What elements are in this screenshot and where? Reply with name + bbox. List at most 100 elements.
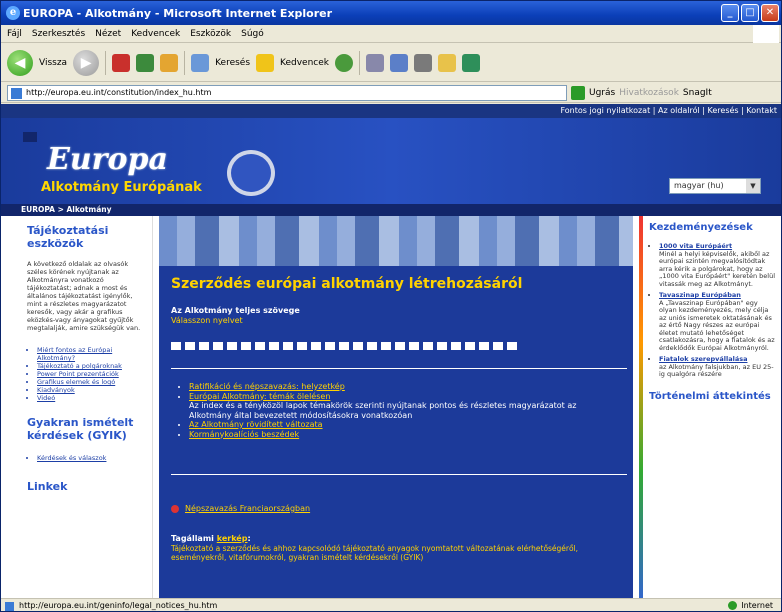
link-why-constitution[interactable]: Miért fontos az Európai Alkotmány? [37, 346, 146, 362]
link-citizens-info[interactable]: Tájékoztató a polgároknak [37, 362, 146, 370]
search-icon[interactable] [191, 53, 210, 72]
windows-logo-icon [753, 25, 779, 43]
language-flag-icon[interactable] [311, 342, 321, 350]
language-flag-icon[interactable] [409, 342, 419, 350]
menu-help[interactable]: Súgó [241, 29, 264, 39]
member-state-heading: Tagállami kerkép: [171, 534, 251, 543]
top-links[interactable]: Fontos jogi nyilatkozat | Az oldalról | … [1, 104, 781, 118]
language-flag-icon[interactable] [395, 342, 405, 350]
language-flag-icon[interactable] [367, 342, 377, 350]
main-content: Szerződés európai alkotmány létrehozásár… [159, 216, 633, 598]
language-flag-icon[interactable] [325, 342, 335, 350]
language-flag-icon[interactable] [479, 342, 489, 350]
faq-heading: Gyakran ismételt kérdések (GYIK) [27, 416, 134, 442]
info-tools-links: Miért fontos az Európai Alkotmány? Tájék… [37, 346, 146, 402]
info-tools-text: A következő oldalak az olvasók széles kö… [27, 260, 141, 332]
address-input[interactable]: http://europa.eu.int/constitution/index_… [7, 84, 567, 101]
menu-edit[interactable]: Szerkesztés [32, 29, 85, 39]
folder-icon[interactable] [438, 53, 456, 72]
language-flag-icon[interactable] [227, 342, 237, 350]
menu-tools[interactable]: Eszközök [190, 29, 231, 39]
browser-window: e EUROPA - Alkotmány - Microsoft Interne… [0, 0, 782, 612]
menu-view[interactable]: Nézet [95, 29, 121, 39]
minimize-button[interactable]: _ [721, 4, 739, 22]
member-state-text: Tájékoztató a szerződés és ahhoz kapcsol… [171, 544, 579, 562]
language-flag-icon[interactable] [269, 342, 279, 350]
print-icon[interactable] [414, 53, 432, 72]
favorites-star-icon[interactable] [256, 53, 275, 72]
page-title: Szerződés európai alkotmány létrehozásár… [171, 276, 523, 292]
language-flag-icon[interactable] [255, 342, 265, 350]
language-flag-icon[interactable] [283, 342, 293, 350]
close-button[interactable]: ✕ [761, 4, 779, 22]
link-themes[interactable]: Európai Alkotmány: témák ölelésen [189, 392, 619, 402]
search-label[interactable]: Keresés [215, 58, 250, 68]
back-label[interactable]: Vissza [39, 58, 67, 68]
history-icon[interactable] [366, 53, 384, 72]
snagit-button[interactable]: SnagIt [683, 88, 712, 98]
maximize-button[interactable]: □ [741, 4, 759, 22]
favorites-label[interactable]: Kedvencek [280, 58, 329, 68]
full-text-heading: Az Alkotmány teljes szövege [171, 306, 300, 315]
title-bar: e EUROPA - Alkotmány - Microsoft Interne… [1, 1, 781, 25]
language-flag-icon[interactable] [437, 342, 447, 350]
language-flag-icon[interactable] [507, 342, 517, 350]
language-flag-icon[interactable] [171, 342, 181, 350]
language-flag-icon[interactable] [297, 342, 307, 350]
language-flag-icon[interactable] [185, 342, 195, 350]
language-flag-icon[interactable] [213, 342, 223, 350]
language-flag-icon[interactable] [199, 342, 209, 350]
page-icon [11, 87, 22, 99]
language-flag-icon[interactable] [339, 342, 349, 350]
language-flag-icon[interactable] [353, 342, 363, 350]
links-button[interactable]: Hivatkozások [619, 88, 679, 98]
language-select[interactable]: magyar (hu) ▼ [669, 178, 761, 194]
refresh-icon[interactable] [136, 53, 155, 72]
media-icon[interactable] [335, 53, 353, 72]
language-flag-icon[interactable] [493, 342, 503, 350]
home-icon[interactable] [160, 53, 179, 72]
breadcrumb[interactable]: EUROPA > Alkotmány [1, 204, 781, 216]
link-ratification[interactable]: Ratifikáció és népszavazás: helyzetkép [189, 382, 619, 392]
language-flag-icon[interactable] [423, 342, 433, 350]
internet-explorer-icon: e [6, 6, 20, 20]
right-sidebar: Kezdeményezések 1000 vita EurópáértMinél… [639, 216, 781, 598]
link-video[interactable]: Videó [37, 394, 146, 402]
status-bar: http://europa.eu.int/geninfo/legal_notic… [1, 598, 781, 611]
left-sidebar: Tájékoztatási eszközök A következő oldal… [21, 216, 153, 598]
go-button[interactable]: Ugrás [589, 88, 615, 98]
member-state-link[interactable]: kerkép [217, 534, 248, 543]
go-icon[interactable] [571, 85, 585, 100]
link-questions-answers[interactable]: Kérdések és válaszok [37, 454, 146, 462]
mail-icon[interactable] [390, 53, 408, 72]
constitution-emblem-icon [227, 150, 275, 196]
security-zone: Internet [728, 599, 773, 611]
link-powerpoint[interactable]: Power Point prezentációk [37, 370, 146, 378]
chevron-down-icon[interactable]: ▼ [746, 179, 760, 193]
menu-favorites[interactable]: Kedvencek [131, 29, 180, 39]
link-publications[interactable]: Kiadványok [37, 386, 146, 394]
language-flags [171, 342, 517, 350]
back-icon[interactable]: ◀ [7, 49, 33, 76]
language-flag-icon[interactable] [465, 342, 475, 350]
language-flag-icon[interactable] [241, 342, 251, 350]
menu-file[interactable]: Fájl [7, 29, 22, 39]
referendum-news-link[interactable]: Népszavazás Franciaországban [171, 504, 310, 513]
link-speeches[interactable]: Kormánykoalíciós beszédek [189, 430, 619, 440]
link-graphics-logo[interactable]: Grafikus elemek és logó [37, 378, 146, 386]
messenger-icon[interactable] [462, 53, 480, 72]
eu-flag-icon [23, 132, 37, 142]
language-flag-icon[interactable] [381, 342, 391, 350]
standard-toolbar: ◀ Vissza ▶ Keresés Kedvencek [1, 44, 781, 82]
link-short-version[interactable]: Az Alkotmány rövidített változata [189, 420, 619, 430]
divider [171, 474, 627, 475]
language-flag-icon[interactable] [451, 342, 461, 350]
stop-icon[interactable] [112, 53, 131, 72]
site-subtitle: Alkotmány Európának [41, 180, 202, 195]
site-banner: Europa Alkotmány Európának magyar (hu) ▼ [1, 118, 781, 204]
window-title: EUROPA - Alkotmány - Microsoft Internet … [23, 6, 333, 20]
toolbar-separator [184, 50, 186, 75]
forward-icon[interactable]: ▶ [73, 49, 100, 76]
links-heading: Linkek [27, 480, 68, 493]
info-tools-heading: Tájékoztatási eszközök [27, 224, 109, 250]
